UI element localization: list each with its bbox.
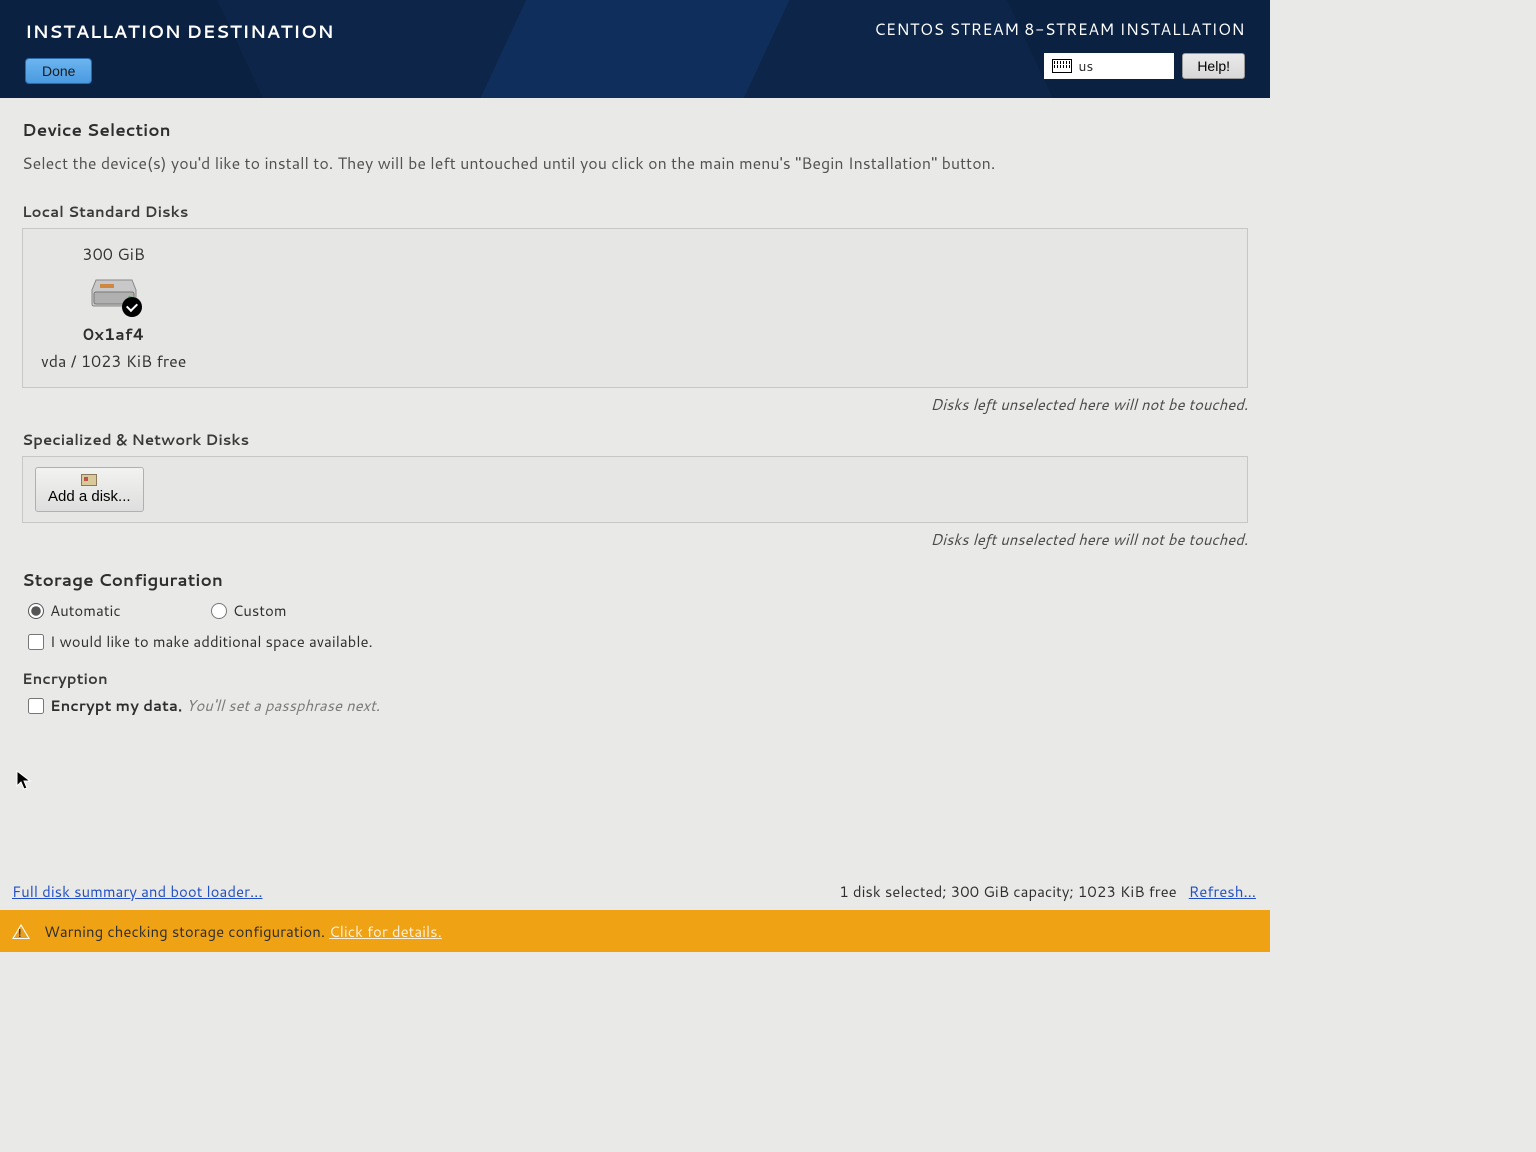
local-disks-container: 300 GiB 0x1af4 vda / 1023 KiB free xyxy=(22,228,1248,388)
warning-text: Warning checking storage configuration. xyxy=(44,921,325,942)
network-disks-hint: Disks left unselected here will not be t… xyxy=(22,529,1248,550)
encrypt-hint: You'll set a passphrase next. xyxy=(186,695,380,716)
installer-subtitle: CENTOS STREAM 8-STREAM INSTALLATION xyxy=(874,18,1245,41)
cursor-icon xyxy=(16,770,32,792)
disk-icon xyxy=(90,274,138,315)
disk-size: 300 GiB xyxy=(82,243,145,266)
local-disks-heading: Local Standard Disks xyxy=(22,201,1248,222)
check-icon xyxy=(122,297,142,317)
checkbox-additional-space-label: I would like to make additional space av… xyxy=(50,631,373,652)
disk-model: 0x1af4 xyxy=(83,323,145,346)
footer-status: 1 disk selected; 300 GiB capacity; 1023 … xyxy=(839,881,1176,902)
refresh-link[interactable]: Refresh... xyxy=(1189,881,1256,902)
keyboard-layout-indicator[interactable]: us xyxy=(1044,53,1174,79)
page-title: INSTALLATION DESTINATION xyxy=(25,18,334,44)
radio-automatic[interactable]: Automatic xyxy=(28,600,121,621)
radio-automatic-label: Automatic xyxy=(50,600,121,621)
footer-bar: Full disk summary and boot loader... 1 d… xyxy=(0,881,1270,910)
radio-custom[interactable]: Custom xyxy=(211,600,287,621)
add-disk-label: Add a disk... xyxy=(48,488,131,505)
radio-custom-label: Custom xyxy=(233,600,287,621)
checkbox-encrypt-input[interactable] xyxy=(28,698,44,714)
help-button[interactable]: Help! xyxy=(1182,53,1245,79)
warning-bar: Warning checking storage configuration. … xyxy=(0,910,1270,952)
checkbox-encrypt[interactable]: Encrypt my data. You'll set a passphrase… xyxy=(22,695,1248,716)
disk-summary-link[interactable]: Full disk summary and boot loader... xyxy=(12,881,263,902)
network-disks-container: Add a disk... xyxy=(22,456,1248,523)
radio-custom-input[interactable] xyxy=(211,603,227,619)
keyboard-layout-text: us xyxy=(1078,56,1093,76)
checkbox-additional-space[interactable]: I would like to make additional space av… xyxy=(22,631,1248,652)
done-button[interactable]: Done xyxy=(25,58,92,84)
local-disks-hint: Disks left unselected here will not be t… xyxy=(22,394,1248,415)
warning-details-link[interactable]: Click for details. xyxy=(329,921,442,942)
encrypt-label: Encrypt my data. xyxy=(50,695,182,716)
device-selection-desc: Select the device(s) you'd like to insta… xyxy=(22,152,1248,175)
keyboard-icon xyxy=(1052,59,1072,73)
radio-automatic-input[interactable] xyxy=(28,603,44,619)
add-disk-button[interactable]: Add a disk... xyxy=(35,467,144,512)
disk-vda[interactable]: 300 GiB 0x1af4 vda / 1023 KiB free xyxy=(35,239,192,377)
network-disks-heading: Specialized & Network Disks xyxy=(22,429,1248,450)
checkbox-additional-space-input[interactable] xyxy=(28,634,44,650)
warning-icon xyxy=(12,924,30,939)
storage-config-heading: Storage Configuration xyxy=(22,568,1248,592)
disk-info: vda / 1023 KiB free xyxy=(41,350,186,373)
encryption-heading: Encryption xyxy=(22,668,1248,689)
device-selection-title: Device Selection xyxy=(22,118,1248,142)
add-disk-icon xyxy=(81,474,97,486)
